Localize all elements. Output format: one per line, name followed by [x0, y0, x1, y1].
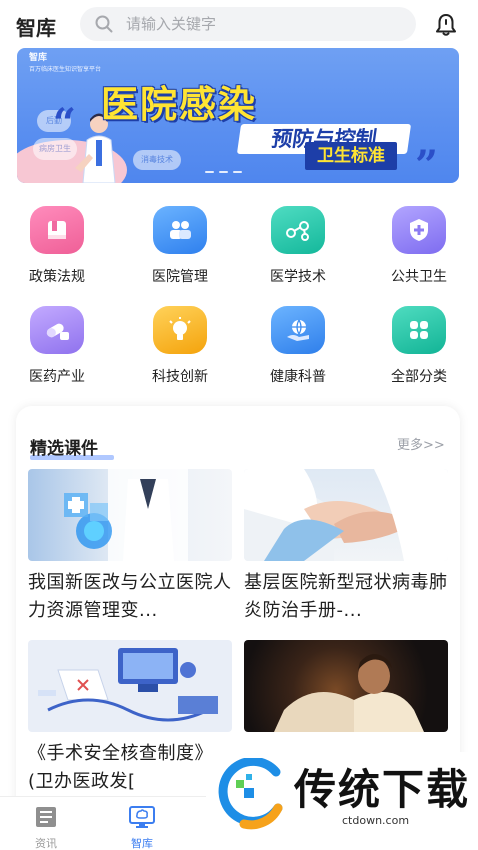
- section-title: 精选课件: [30, 439, 98, 459]
- course-title: 我国新医改与公立医院人力资源管理变...: [28, 572, 232, 621]
- banner-bubble: 消毒技术: [133, 150, 181, 170]
- banner-title: 医院感染: [101, 83, 257, 126]
- molecule-icon: [271, 206, 325, 254]
- nav-tab-news[interactable]: 资讯: [16, 805, 76, 850]
- category-label: 医药产业: [29, 369, 85, 385]
- category-public-health[interactable]: 公共卫生: [374, 206, 464, 286]
- carousel-dot[interactable]: [219, 171, 228, 173]
- course-item[interactable]: 基层医院新型冠状病毒肺炎防治手册-...: [244, 469, 448, 625]
- carousel-dot[interactable]: [205, 171, 214, 173]
- watermark-url: ctdown.com: [342, 814, 410, 827]
- pill-icon: [30, 306, 84, 354]
- banner-logo-sub: 百万临床医生知识智享平台: [29, 66, 102, 73]
- category-medical-tech[interactable]: 医学技术: [253, 206, 343, 286]
- banner-tag: 卫生标准: [305, 142, 397, 170]
- nav-label: 资讯: [35, 837, 57, 850]
- carousel-indicator: [205, 171, 242, 173]
- watermark: 传统下载 ctdown.com: [206, 752, 478, 850]
- lightbulb-icon: [153, 306, 207, 354]
- category-policy[interactable]: 政策法规: [12, 206, 102, 286]
- category-label: 全部分类: [391, 369, 447, 385]
- course-title: 基层医院新型冠状病毒肺炎防治手册-...: [244, 572, 448, 621]
- course-thumbnail: [28, 640, 232, 732]
- category-label: 公共卫生: [391, 269, 447, 285]
- category-innovation[interactable]: 科技创新: [135, 306, 225, 386]
- nav-tab-think-tank[interactable]: 智库: [112, 805, 172, 850]
- course-item[interactable]: 我国新医改与公立医院人力资源管理变...: [28, 469, 232, 625]
- course-thumbnail: [244, 469, 448, 561]
- category-label: 医院管理: [152, 269, 208, 285]
- nav-label: 智库: [131, 837, 153, 850]
- banner-quote-open: “: [53, 100, 77, 147]
- course-thumbnail: [244, 640, 448, 732]
- globe-hand-icon: [271, 306, 325, 354]
- search-icon: [95, 15, 113, 33]
- search-input[interactable]: [126, 15, 386, 33]
- bell-icon[interactable]: [433, 12, 459, 38]
- category-health-science[interactable]: 健康科普: [253, 306, 343, 386]
- brain-monitor-icon: [129, 806, 155, 828]
- people-icon: [153, 206, 207, 254]
- news-icon: [36, 807, 56, 827]
- course-thumbnail: [28, 469, 232, 561]
- banner-logo: 智库: [29, 53, 48, 63]
- shield-plus-icon: [392, 206, 446, 254]
- banner-quote-close: ”: [415, 142, 439, 184]
- top-bar: 智库: [0, 0, 478, 48]
- banner-carousel[interactable]: 智库 百万临床医生知识智享平台 后勤 病房卫生 消毒技术 “ 医院感染 预防与控…: [17, 48, 459, 183]
- book-icon: [30, 206, 84, 254]
- course-item[interactable]: 《手术安全核查制度》(卫办医政发[: [28, 640, 232, 796]
- grid-icon: [392, 306, 446, 354]
- more-link[interactable]: 更多>>: [397, 434, 445, 453]
- category-label: 医学技术: [270, 269, 326, 285]
- carousel-dot[interactable]: [233, 171, 242, 173]
- watermark-logo: [218, 758, 283, 830]
- page-title: 智库: [16, 16, 56, 40]
- watermark-text: 传统下载: [294, 765, 471, 814]
- category-label: 科技创新: [152, 369, 208, 385]
- category-label: 健康科普: [270, 369, 326, 385]
- category-hospital-management[interactable]: 医院管理: [135, 206, 225, 286]
- category-all[interactable]: 全部分类: [374, 306, 464, 386]
- category-label: 政策法规: [29, 269, 85, 285]
- course-title: 《手术安全核查制度》(卫办医政发[: [28, 743, 213, 792]
- search-bar[interactable]: [80, 7, 416, 41]
- category-pharma[interactable]: 医药产业: [12, 306, 102, 386]
